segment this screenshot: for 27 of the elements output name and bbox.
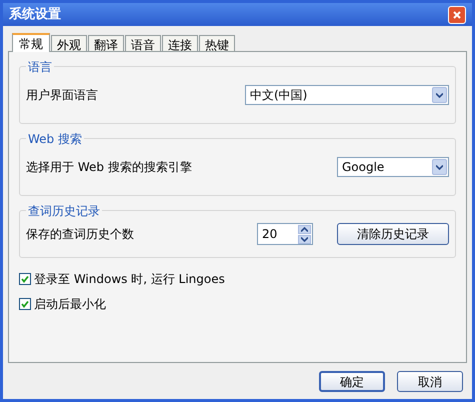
window-title: 系统设置 <box>9 6 61 24</box>
tab[interactable]: 翻译 <box>88 35 124 51</box>
dialog-button[interactable]: 取消 <box>397 371 463 392</box>
dropdown-value: 中文(中国) <box>250 87 308 104</box>
field-label: 保存的查词历史个数 <box>26 226 134 243</box>
checkbox[interactable] <box>19 298 31 310</box>
dropdown-value: Google <box>342 159 384 176</box>
spin-down-icon[interactable] <box>298 234 311 244</box>
tab[interactable]: 外观 <box>51 35 87 51</box>
close-icon[interactable] <box>448 6 466 24</box>
checkbox-label: 启动后最小化 <box>34 296 106 313</box>
checkbox[interactable] <box>19 273 31 285</box>
checkbox-label: 登录至 Windows 时, 运行 Lingoes <box>34 271 225 288</box>
tab[interactable]: 语音 <box>125 35 161 51</box>
spin-up-icon[interactable] <box>298 224 311 234</box>
dropdown[interactable]: 中文(中国) <box>245 85 449 105</box>
group-title: 查词历史记录 <box>26 202 102 220</box>
clear-history-button[interactable]: 清除历史记录 <box>337 223 449 245</box>
number-field[interactable]: 20 <box>257 223 313 245</box>
field-label: 选择用于 Web 搜索的搜索引擎 <box>26 159 192 176</box>
tab[interactable]: 热键 <box>199 35 235 51</box>
group-title: Web 搜索 <box>26 130 84 148</box>
tab[interactable]: 常规 <box>12 33 50 52</box>
field-label: 用户界面语言 <box>26 87 98 104</box>
tab[interactable]: 连接 <box>162 35 198 51</box>
dialog-button[interactable]: 确定 <box>319 371 385 392</box>
dropdown[interactable]: Google <box>337 157 449 177</box>
